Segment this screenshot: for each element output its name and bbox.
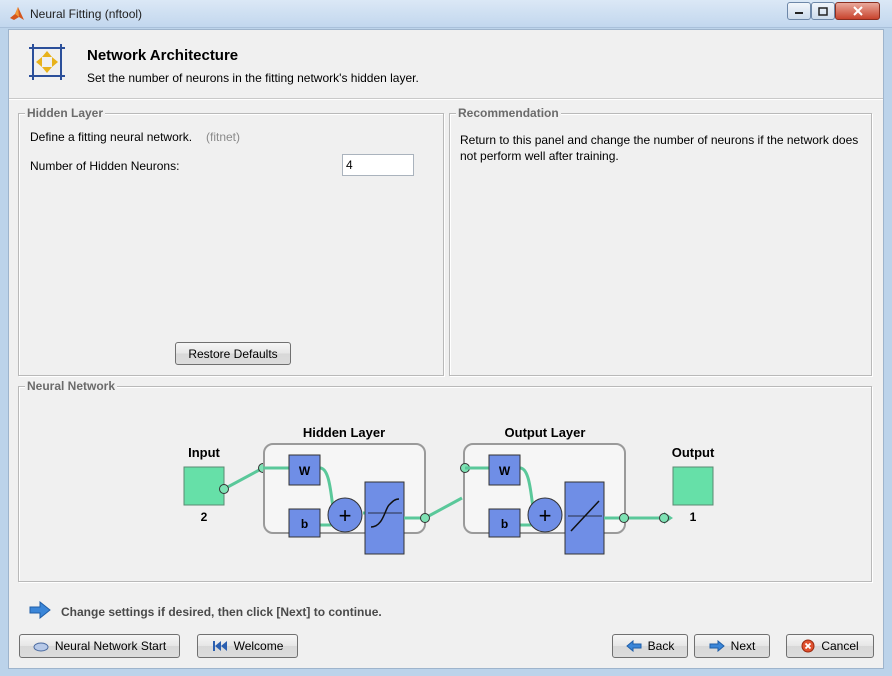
arrow-right-small-icon xyxy=(709,640,725,652)
welcome-label: Welcome xyxy=(233,639,284,653)
fitnet-tag: (fitnet) xyxy=(206,130,241,144)
title-bar: Neural Fitting (nftool) xyxy=(0,0,892,28)
panel-title-hidden-layer: Hidden Layer xyxy=(25,106,106,120)
output-node xyxy=(672,466,714,506)
input-node xyxy=(183,466,225,506)
hidden-neurons-label: Number of Hidden Neurons: xyxy=(30,159,180,173)
maximize-button[interactable] xyxy=(811,2,835,20)
next-label: Next xyxy=(730,639,756,653)
cancel-icon xyxy=(801,639,815,653)
maximize-icon xyxy=(818,6,828,16)
output-label: Output xyxy=(672,445,715,460)
output-out-port xyxy=(619,513,629,523)
window-title: Neural Fitting (nftool) xyxy=(30,7,143,21)
arrow-left-icon xyxy=(625,640,642,652)
cancel-label: Cancel xyxy=(821,639,859,653)
window-client: Network Architecture Set the number of n… xyxy=(8,29,884,669)
nn-start-button[interactable]: Neural Network Start xyxy=(19,634,180,658)
input-size: 2 xyxy=(201,510,208,524)
output-weight-symbol: W xyxy=(499,464,511,478)
panel-title-neural-network: Neural Network xyxy=(25,379,118,393)
minimize-icon xyxy=(795,12,803,14)
arrow-right-icon xyxy=(29,601,51,619)
restore-defaults-label: Restore Defaults xyxy=(188,346,278,361)
minimize-button[interactable] xyxy=(787,2,811,20)
hidden-layer-panel: Hidden Layer xyxy=(18,106,444,376)
hidden-out-port xyxy=(420,513,430,523)
cloud-icon xyxy=(33,642,49,652)
restore-defaults-button[interactable]: Restore Defaults xyxy=(175,342,291,365)
output-layer-title: Output Layer xyxy=(505,425,586,440)
welcome-button[interactable]: Welcome xyxy=(197,634,298,658)
next-button[interactable]: Next xyxy=(694,634,770,658)
output-bias-symbol: b xyxy=(501,517,508,531)
page-subtitle: Set the number of neurons in the fitting… xyxy=(87,71,419,85)
panel-title-recommendation: Recommendation xyxy=(456,106,561,120)
matlab-logo-icon xyxy=(10,7,24,20)
input-connector xyxy=(223,466,264,491)
close-icon xyxy=(852,6,863,16)
output-sum-symbol: + xyxy=(539,503,552,528)
recommendation-text-line2: not perform well after training. xyxy=(460,149,619,163)
back-label: Back xyxy=(647,639,675,653)
output-node-port xyxy=(659,513,669,523)
output-size: 1 xyxy=(690,510,697,524)
header-divider xyxy=(9,98,883,100)
close-button[interactable] xyxy=(835,2,880,20)
hidden-layer-title: Hidden Layer xyxy=(303,425,385,440)
hidden-sum-symbol: + xyxy=(339,503,352,528)
nn-start-label: Neural Network Start xyxy=(54,639,167,653)
input-label: Input xyxy=(188,445,220,460)
cancel-button[interactable]: Cancel xyxy=(786,634,874,658)
hidden-neurons-input[interactable] xyxy=(342,154,414,176)
hidden-weight-symbol: W xyxy=(299,464,311,478)
network-diagram: Input 2 Hidden Layer W b + 4 Output Laye… xyxy=(183,425,715,555)
hidden-bias-symbol: b xyxy=(301,517,308,531)
define-network-text: Define a fitting neural network. xyxy=(30,130,193,144)
input-port xyxy=(219,484,229,494)
back-button[interactable]: Back xyxy=(612,634,688,658)
page-title: Network Architecture xyxy=(87,47,239,64)
recommendation-text-line1: Return to this panel and change the numb… xyxy=(460,133,859,147)
hidden-transfer-box xyxy=(364,481,405,555)
output-transfer-box xyxy=(564,481,605,555)
network-architecture-icon xyxy=(29,44,65,80)
rewind-icon xyxy=(212,641,227,651)
hint-text: Change settings if desired, then click [… xyxy=(61,605,382,619)
